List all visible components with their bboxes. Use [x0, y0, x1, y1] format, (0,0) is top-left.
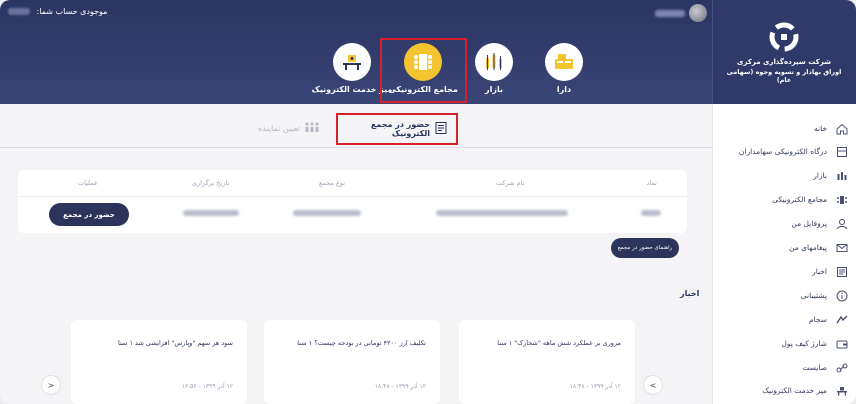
news-text: تکلیف ارز ۴۲۰۰ تومانی در بودجه چیست؟ ۱ س…: [297, 339, 426, 347]
sidebar-item-label: درگاه الکترونیکی سهامداران: [738, 147, 827, 156]
sidebar-item-label: اخبار: [812, 267, 827, 276]
user-name-blurred: [655, 9, 685, 17]
news-text: مروری بر عملکرد شش ماهه "شخارک" ۱ سنا: [497, 339, 621, 347]
table-header: نماد نام شرکت نوع مجمع تاریخ برگزاری عمل…: [18, 170, 687, 197]
news-card[interactable]: سود هر سهم "وپارس" افزایشی شد ۱ سنا ۱۲ آ…: [71, 320, 247, 404]
tab-appoint-representative-label: تعیین نماینده: [258, 123, 300, 133]
market-icon: [835, 169, 848, 182]
balance-value-blurred: [8, 8, 30, 15]
tab-attend-assembly-label: حضور در مجمع الکترونیک: [370, 120, 430, 138]
news-date: ۱۲ آذر ۱۳۹۹ - ۱۸:۴۸: [569, 383, 621, 390]
home-icon: [835, 122, 848, 135]
news-card[interactable]: مروری بر عملکرد شش ماهه "شخارک" ۱ سنا ۱۲…: [459, 320, 635, 404]
user-menu[interactable]: [655, 4, 707, 22]
sidebar-item-label: صایست: [802, 363, 827, 372]
news-date: ۱۲ آذر ۱۳۹۹ - ۱۸:۴۸: [374, 383, 426, 390]
sidebar-item-label: شارژ کیف پول: [781, 339, 827, 348]
symbol-blurred: [641, 210, 661, 216]
column-assembly-type: نوع مجمع: [319, 179, 346, 187]
sidebar-item-profile[interactable]: پروفایل من: [791, 217, 848, 230]
sidebar-item-link[interactable]: صایست: [802, 361, 848, 374]
tab-appoint-representative[interactable]: تعیین نماینده: [258, 121, 320, 135]
sidebar-item-label: پروفایل من: [791, 219, 827, 228]
info-icon: [835, 289, 848, 302]
sidebar: خانه درگاه الکترونیکی سهامداران بازار مج…: [712, 104, 856, 404]
logo-icon: [769, 22, 799, 52]
document-icon: [434, 121, 448, 137]
sidebar-item-portal[interactable]: درگاه الکترونیکی سهامداران: [739, 145, 848, 158]
user-icon: [835, 217, 848, 230]
nav-highlight-box: [380, 38, 467, 103]
sidebar-item-label: پیغامهای من: [789, 243, 827, 252]
sidebar-item-label: بازار: [813, 171, 827, 180]
tab-attend-assembly[interactable]: حضور در مجمع الکترونیک: [336, 113, 458, 145]
sidebar-item-support[interactable]: پشتیبانی: [801, 289, 848, 302]
news-card[interactable]: تکلیف ارز ۴۲۰۰ تومانی در بودجه چیست؟ ۱ س…: [264, 320, 440, 404]
assembly-icon: [835, 193, 848, 206]
brand: شرکت سپرده‌گذاری مرکزی اوراق بهادار و تس…: [722, 22, 846, 84]
sidebar-item-assemblies[interactable]: مجامع الکترونیکی: [772, 193, 848, 206]
column-actions: عملیات: [78, 179, 98, 187]
sidebar-item-label: مجامع الکترونیکی: [772, 195, 827, 204]
assembly-guide-button[interactable]: راهنمای حضور در مجمع: [611, 238, 679, 258]
assembly-type-blurred: [293, 210, 361, 216]
column-company: نام شرکت: [496, 179, 525, 187]
dara-icon: [545, 43, 583, 81]
sidebar-item-messages[interactable]: پیغامهای من: [789, 241, 848, 254]
balance-label: موجودی حساب شما:: [36, 7, 108, 16]
portal-icon: [835, 145, 848, 158]
news-section-title: اخبار: [680, 289, 700, 298]
news-date: ۱۲ آذر ۱۳۹۹ - ۱۶:۵۶: [181, 383, 233, 390]
service-desk-icon: [835, 384, 848, 397]
sidebar-item-label: سجام: [808, 315, 827, 324]
sidebar-item-sejam[interactable]: سجام: [809, 313, 848, 326]
top-header: موجودی حساب شما: دارا بازار مجامع الکترو…: [0, 0, 712, 104]
nav-bazar-label: بازار: [485, 85, 503, 94]
column-symbol: نماد: [646, 179, 657, 187]
sidebar-item-home[interactable]: خانه: [814, 122, 848, 135]
news-prev-button[interactable]: <: [643, 375, 663, 395]
company-name-blurred: [436, 210, 568, 216]
news-text: سود هر سهم "وپارس" افزایشی شد ۱ سنا: [117, 339, 233, 347]
sidebar-item-label: خانه: [813, 124, 827, 133]
sidebar-item-label: میز خدمت الکترونیک: [762, 386, 827, 395]
wallet-icon: [835, 337, 848, 350]
sejam-icon: [835, 313, 848, 326]
date-blurred: [183, 210, 239, 216]
avatar[interactable]: [689, 4, 707, 22]
sidebar-item-market[interactable]: بازار: [813, 169, 848, 182]
column-date: تاریخ برگزاری: [192, 179, 230, 187]
attend-assembly-button[interactable]: حضور در مجمع: [49, 203, 129, 226]
news-icon: [835, 265, 848, 278]
link-icon: [835, 361, 848, 374]
mail-icon: [835, 241, 848, 254]
people-icon: [304, 121, 320, 135]
service-desk-icon: [333, 43, 371, 81]
sidebar-item-wallet[interactable]: شارژ کیف پول: [781, 337, 848, 350]
brand-line-1: شرکت سپرده‌گذاری مرکزی: [737, 58, 831, 66]
sidebar-item-news[interactable]: اخبار: [812, 265, 848, 278]
news-next-button[interactable]: >: [41, 375, 61, 395]
app-frame: موجودی حساب شما: دارا بازار مجامع الکترو…: [0, 0, 856, 404]
sidebar-item-label: پشتیبانی: [800, 291, 827, 300]
sidebar-item-service-desk[interactable]: میز خدمت الکترونیک: [762, 384, 848, 397]
account-balance: موجودی حساب شما:: [8, 7, 107, 16]
nav-dara-label: دارا: [556, 85, 572, 94]
brand-line-2: اوراق بهادار و تسویه وجوه (سهامی عام): [726, 68, 842, 84]
market-icon: [475, 43, 513, 81]
